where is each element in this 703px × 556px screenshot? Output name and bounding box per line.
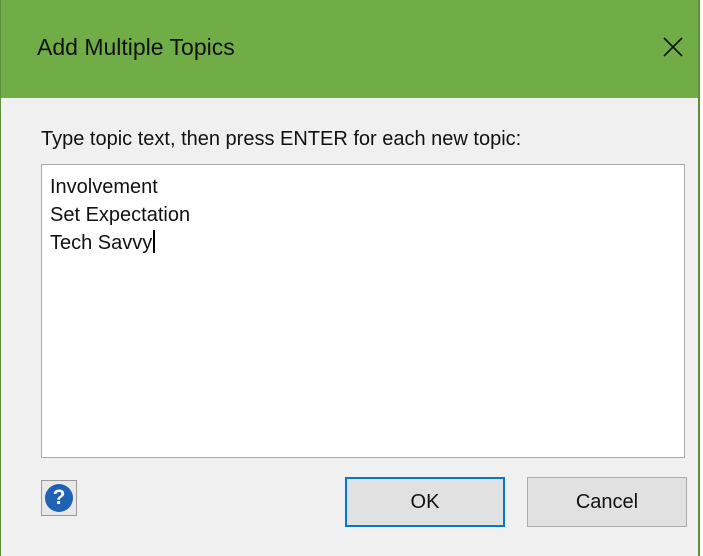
help-button[interactable]: ? (41, 480, 77, 516)
dialog-title: Add Multiple Topics (37, 34, 235, 60)
cancel-button[interactable]: Cancel (527, 477, 687, 527)
topic-line: Set Expectation (50, 204, 191, 226)
close-button[interactable] (648, 22, 698, 72)
instruction-label: Type topic text, then press ENTER for ea… (41, 128, 522, 150)
title-bar: Add Multiple Topics (1, 0, 698, 98)
text-cursor (153, 230, 155, 253)
close-icon (663, 37, 683, 57)
help-icon: ? (45, 484, 73, 512)
ok-button[interactable]: OK (345, 477, 505, 527)
topic-line: Tech Savvy (50, 229, 684, 257)
add-multiple-topics-dialog: Add Multiple Topics Type topic text, the… (0, 0, 700, 556)
topic-line: Involvement (50, 176, 158, 198)
topics-textarea[interactable]: Involvement Set Expectation Tech Savvy (41, 164, 685, 458)
